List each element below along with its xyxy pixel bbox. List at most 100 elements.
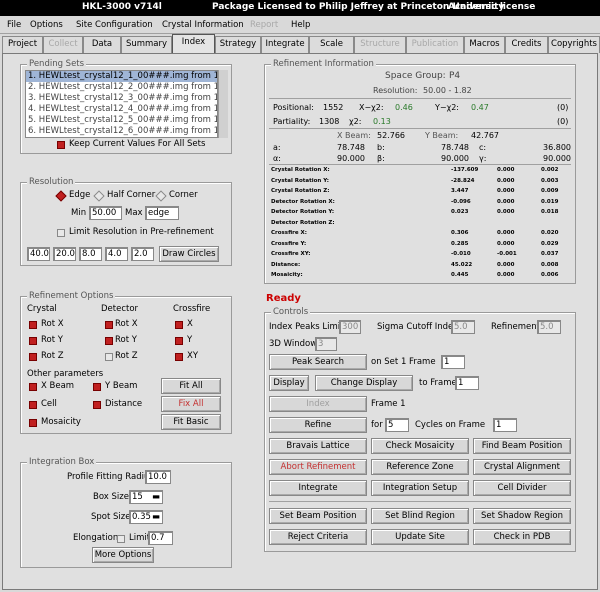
profile-radius-field[interactable]: 10.0 — [145, 470, 171, 484]
change-display-button[interactable]: Change Display — [315, 375, 413, 391]
list-item[interactable]: 2. HEWLtest_crystal12_2_00###.img from 1… — [26, 82, 217, 93]
ybeam-checkbox[interactable] — [93, 383, 101, 391]
half-corner-radio[interactable] — [93, 190, 105, 202]
cycles-field[interactable]: 5 — [385, 418, 409, 432]
peak-search-button[interactable]: Peak Search — [269, 354, 367, 370]
circle-field-1[interactable]: 40.0 — [27, 247, 50, 261]
tab-copyrights[interactable]: Copyrights — [548, 36, 600, 53]
tab-strategy[interactable]: Strategy — [215, 36, 261, 53]
integrate-button[interactable]: Integrate — [269, 480, 367, 496]
menu-file[interactable]: File — [7, 20, 21, 30]
crossfire-y-checkbox[interactable] — [175, 337, 183, 345]
menu-options[interactable]: Options — [30, 20, 63, 30]
circle-field-5[interactable]: 2.0 — [131, 247, 154, 261]
draw-circles-button[interactable]: Draw Circles — [159, 246, 219, 262]
limit-resolution-label: Limit Resolution in Pre-refinement — [69, 227, 214, 237]
set-shadow-region-button[interactable]: Set Shadow Region — [473, 508, 571, 524]
display-button[interactable]: Display — [269, 375, 309, 391]
pending-sets-list[interactable]: 1. HEWLtest_crystal12_1_00###.img from 1… — [25, 70, 218, 138]
list-item[interactable]: 4. HEWLtest_crystal12_4_00###.img from 1… — [26, 104, 217, 115]
find-beam-position-button[interactable]: Find Beam Position — [473, 438, 571, 454]
crossfire-xy-checkbox[interactable] — [175, 353, 183, 361]
limit-resolution-checkbox[interactable] — [57, 229, 65, 237]
tab-scale[interactable]: Scale — [309, 36, 354, 53]
list-item[interactable]: 6. HEWLtest_crystal12_6_00###.img from 1… — [26, 126, 217, 137]
window-3d-field[interactable]: 3 — [315, 337, 337, 351]
bravais-lattice-button[interactable]: Bravais Lattice — [269, 438, 367, 454]
reject-criteria-button[interactable]: Reject Criteria — [269, 529, 367, 545]
list-item[interactable]: 3. HEWLtest_crystal12_3_00###.img from 1… — [26, 93, 217, 104]
keep-values-checkbox[interactable] — [57, 141, 65, 149]
set-beam-position-button[interactable]: Set Beam Position — [269, 508, 367, 524]
refinement-cutoff-field[interactable]: 5.0 — [537, 320, 561, 334]
box-size-select[interactable]: 15 ▬ — [129, 490, 163, 504]
distance-label: Distance — [105, 399, 143, 409]
sigma-cutoff-field[interactable]: 5.0 — [451, 320, 475, 334]
list-item[interactable]: 5. HEWLtest_crystal12_5_00###.img from 1… — [26, 115, 217, 126]
partiality-value: 1308 — [319, 117, 340, 126]
crystal-rotz-checkbox[interactable] — [29, 353, 37, 361]
spot-size-select[interactable]: 0.35 ▬ — [129, 510, 163, 524]
corner-radio[interactable] — [155, 190, 167, 202]
menu-report[interactable]: Report — [250, 20, 278, 30]
cell-divider-button[interactable]: Cell Divider — [473, 480, 571, 496]
more-options-button[interactable]: More Options — [92, 547, 154, 563]
menu-site-configuration[interactable]: Site Configuration — [76, 20, 153, 30]
pending-sets-title: Pending Sets — [27, 59, 87, 69]
integration-setup-button[interactable]: Integration Setup — [371, 480, 469, 496]
cell-checkbox[interactable] — [29, 401, 37, 409]
mosaicity-checkbox[interactable] — [29, 419, 37, 427]
list-item[interactable]: 1. HEWLtest_crystal12_1_00###.img from 1… — [26, 71, 217, 82]
xbeam-checkbox[interactable] — [29, 383, 37, 391]
detector-rotz-checkbox[interactable] — [105, 353, 113, 361]
menu-help[interactable]: Help — [291, 20, 310, 30]
reference-zone-button[interactable]: Reference Zone — [371, 459, 469, 475]
check-in-pdb-button[interactable]: Check in PDB — [473, 529, 571, 545]
elongation-field[interactable]: 0.7 — [148, 531, 173, 545]
crystal-alignment-button[interactable]: Crystal Alignment — [473, 459, 571, 475]
index-peaks-limit-field[interactable]: 300 — [339, 320, 361, 334]
frame-field-1[interactable]: 1 — [441, 355, 465, 369]
refinement-options-frame: Refinement Options Crystal Detector Cros… — [20, 291, 232, 434]
edge-radio[interactable] — [55, 190, 67, 202]
pending-sets-scrollbar[interactable] — [218, 70, 228, 138]
distance-checkbox[interactable] — [93, 401, 101, 409]
fit-all-button[interactable]: Fit All — [161, 378, 221, 394]
abort-refinement-button[interactable]: Abort Refinement — [269, 459, 367, 475]
max-resolution-field[interactable]: edge — [145, 206, 179, 220]
check-mosaicity-button[interactable]: Check Mosaicity — [371, 438, 469, 454]
crossfire-x-checkbox[interactable] — [175, 321, 183, 329]
tab-index[interactable]: Index — [172, 34, 215, 54]
min-resolution-field[interactable]: 50.00 — [89, 206, 122, 220]
refine-button[interactable]: Refine — [269, 417, 367, 433]
tab-structure[interactable]: Structure — [354, 36, 406, 53]
set-blind-region-button[interactable]: Set Blind Region — [371, 508, 469, 524]
frame-field-2[interactable]: 1 — [455, 376, 479, 390]
detector-rotx-checkbox[interactable] — [105, 321, 113, 329]
tab-macros[interactable]: Macros — [464, 36, 505, 53]
tab-credits[interactable]: Credits — [505, 36, 548, 53]
crystal-heading: Crystal — [27, 304, 57, 314]
cell-gamma-value: 90.000 — [543, 154, 571, 163]
crystal-roty-checkbox[interactable] — [29, 337, 37, 345]
tab-data[interactable]: Data — [83, 36, 121, 53]
circle-field-2[interactable]: 20.0 — [53, 247, 76, 261]
elongation-limit-checkbox[interactable] — [117, 535, 125, 543]
index-button[interactable]: Index — [269, 396, 367, 412]
tab-summary[interactable]: Summary — [121, 36, 172, 53]
tab-integrate[interactable]: Integrate — [261, 36, 309, 53]
crystal-rotx-checkbox[interactable] — [29, 321, 37, 329]
fit-basic-button[interactable]: Fit Basic — [161, 414, 221, 430]
circle-field-4[interactable]: 4.0 — [105, 247, 128, 261]
app-title: HKL-3000 v714l — [82, 2, 162, 12]
fix-all-button[interactable]: Fix All — [161, 396, 221, 412]
refinement-cutoff-label: Refinement — [491, 322, 540, 332]
menu-crystal-information[interactable]: Crystal Information — [162, 20, 244, 30]
frame-field-3[interactable]: 1 — [493, 418, 517, 432]
tab-collect[interactable]: Collect — [43, 36, 83, 53]
circle-field-3[interactable]: 8.0 — [79, 247, 102, 261]
update-site-button[interactable]: Update Site — [371, 529, 469, 545]
detector-roty-checkbox[interactable] — [105, 337, 113, 345]
tab-publication[interactable]: Publication — [406, 36, 464, 53]
tab-project[interactable]: Project — [2, 36, 43, 53]
